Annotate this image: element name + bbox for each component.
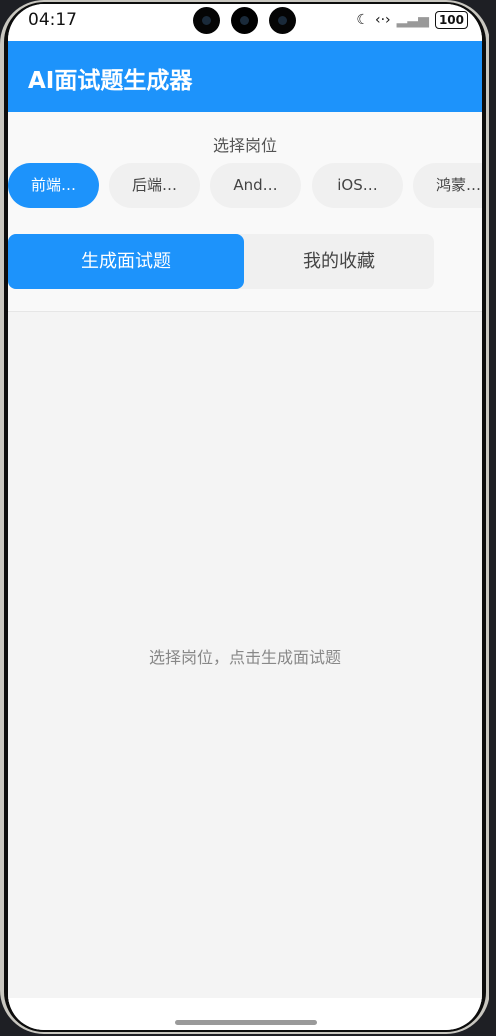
app-title: AI面试题生成器	[28, 68, 193, 94]
camera-icon	[231, 7, 258, 34]
tab-bar: 生成面试题 我的收藏	[8, 234, 434, 289]
status-bar: 04:17 ☾ ‹·› ▂▃▅ 100	[8, 4, 482, 41]
position-chip-android[interactable]: And…	[210, 163, 301, 208]
position-chip-ios[interactable]: iOS…	[312, 163, 403, 208]
side-strip	[489, 0, 496, 1036]
camera-icon	[269, 7, 296, 34]
data-transfer-icon: ‹·›	[374, 12, 391, 28]
status-icons: ☾ ‹·› ▂▃▅ 100	[356, 11, 468, 29]
tab-favorites[interactable]: 我的收藏	[244, 234, 434, 289]
position-chip-backend[interactable]: 后端…	[109, 163, 200, 208]
position-chip-harmony[interactable]: 鸿蒙…	[413, 163, 482, 208]
empty-state-message: 选择岗位，点击生成面试题	[148, 648, 341, 667]
app-bar: AI面试题生成器	[8, 41, 482, 112]
battery-icon: 100	[434, 11, 468, 29]
selector-label: 选择岗位	[212, 136, 277, 155]
position-chip-frontend[interactable]: 前端…	[8, 163, 99, 208]
moon-icon: ☾	[356, 12, 369, 28]
status-time: 04:17	[28, 10, 77, 30]
tab-generate[interactable]: 生成面试题	[8, 234, 244, 289]
main-content: 选择岗位，点击生成面试题	[8, 312, 482, 1002]
phone-screen: 04:17 ☾ ‹·› ▂▃▅ 100 AI面试题生成器 选择岗位 前端… 后端…	[8, 4, 482, 1030]
home-indicator[interactable]	[175, 1020, 317, 1025]
camera-icon	[193, 7, 220, 34]
position-selector: 选择岗位 前端… 后端… And… iOS… 鸿蒙… 生成面试题 我的收藏	[8, 112, 482, 312]
position-chip-list: 前端… 后端… And… iOS… 鸿蒙…	[8, 163, 482, 208]
bottom-bar	[8, 998, 482, 1030]
signal-icon: ▂▃▅	[396, 12, 429, 28]
